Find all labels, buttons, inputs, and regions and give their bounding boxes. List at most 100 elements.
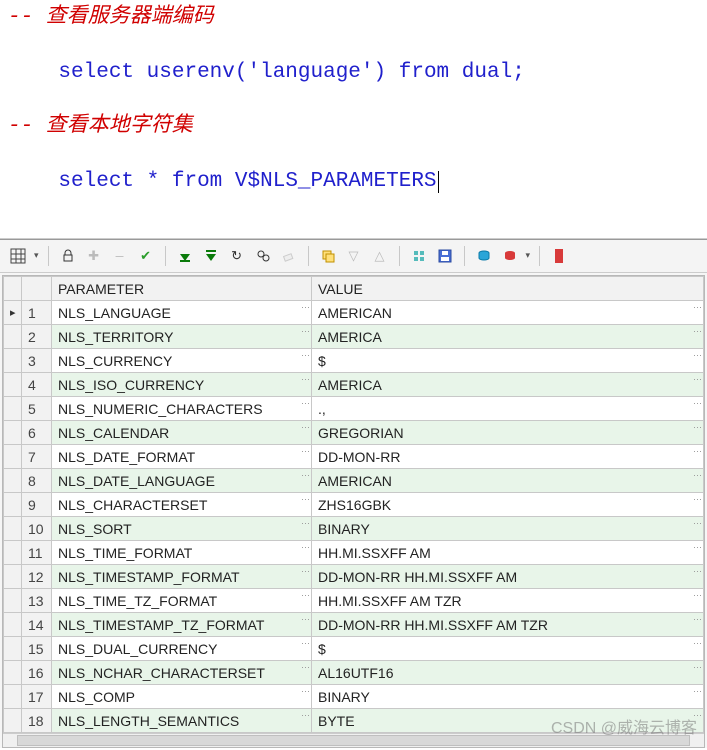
- sql-identifier: V$NLS_PARAMETERS: [235, 170, 437, 193]
- cell-value[interactable]: BINARY⋯: [312, 685, 704, 709]
- table-row[interactable]: 11NLS_TIME_FORMAT⋯HH.MI.SSXFF AM⋯: [4, 541, 704, 565]
- table-row[interactable]: ▸1NLS_LANGUAGE⋯AMERICAN⋯: [4, 301, 704, 325]
- cell-value[interactable]: AL16UTF16⋯: [312, 661, 704, 685]
- row-marker[interactable]: [4, 709, 22, 733]
- remove-row-icon[interactable]: ―: [110, 246, 130, 266]
- export-icon[interactable]: [500, 246, 520, 266]
- cell-value[interactable]: $⋯: [312, 637, 704, 661]
- table-row[interactable]: 13NLS_TIME_TZ_FORMAT⋯HH.MI.SSXFF AM TZR⋯: [4, 589, 704, 613]
- cell-parameter[interactable]: NLS_LANGUAGE⋯: [52, 301, 312, 325]
- cell-parameter[interactable]: NLS_CURRENCY⋯: [52, 349, 312, 373]
- row-marker[interactable]: [4, 469, 22, 493]
- row-marker[interactable]: ▸: [4, 301, 22, 325]
- row-marker[interactable]: [4, 325, 22, 349]
- cell-parameter[interactable]: NLS_SORT⋯: [52, 517, 312, 541]
- cell-value[interactable]: .,⋯: [312, 397, 704, 421]
- table-row[interactable]: 15NLS_DUAL_CURRENCY⋯$⋯: [4, 637, 704, 661]
- fetch-first-icon[interactable]: [175, 246, 195, 266]
- cell-parameter[interactable]: NLS_COMP⋯: [52, 685, 312, 709]
- table-row[interactable]: 8NLS_DATE_LANGUAGE⋯AMERICAN⋯: [4, 469, 704, 493]
- cell-parameter[interactable]: NLS_TIME_FORMAT⋯: [52, 541, 312, 565]
- find-icon[interactable]: [253, 246, 273, 266]
- table-row[interactable]: 6NLS_CALENDAR⋯GREGORIAN⋯: [4, 421, 704, 445]
- cell-parameter[interactable]: NLS_LENGTH_SEMANTICS⋯: [52, 709, 312, 733]
- sql-editor[interactable]: -- 查看服务器端编码 select userenv('language') f…: [0, 0, 707, 239]
- cell-value[interactable]: DD-MON-RR HH.MI.SSXFF AM⋯: [312, 565, 704, 589]
- collapse-icon[interactable]: ▽: [344, 246, 364, 266]
- row-marker[interactable]: [4, 661, 22, 685]
- more-icon[interactable]: [549, 246, 569, 266]
- column-header-parameter[interactable]: PARAMETER: [52, 277, 312, 301]
- cell-value[interactable]: AMERICA⋯: [312, 325, 704, 349]
- table-row[interactable]: 14NLS_TIMESTAMP_TZ_FORMAT⋯DD-MON-RR HH.M…: [4, 613, 704, 637]
- cell-value[interactable]: AMERICAN⋯: [312, 301, 704, 325]
- table-row[interactable]: 7NLS_DATE_FORMAT⋯DD-MON-RR⋯: [4, 445, 704, 469]
- single-record-icon[interactable]: [409, 246, 429, 266]
- table-row[interactable]: 4NLS_ISO_CURRENCY⋯AMERICA⋯: [4, 373, 704, 397]
- table-row[interactable]: 3NLS_CURRENCY⋯$⋯: [4, 349, 704, 373]
- row-marker[interactable]: [4, 349, 22, 373]
- add-row-icon[interactable]: ✚: [84, 246, 104, 266]
- table-row[interactable]: 12NLS_TIMESTAMP_FORMAT⋯DD-MON-RR HH.MI.S…: [4, 565, 704, 589]
- row-marker[interactable]: [4, 637, 22, 661]
- row-number: 5: [22, 397, 52, 421]
- column-header-value[interactable]: VALUE: [312, 277, 704, 301]
- cell-value[interactable]: AMERICA⋯: [312, 373, 704, 397]
- table-row[interactable]: 17NLS_COMP⋯BINARY⋯: [4, 685, 704, 709]
- row-marker[interactable]: [4, 613, 22, 637]
- cell-value[interactable]: DD-MON-RR⋯: [312, 445, 704, 469]
- row-marker[interactable]: [4, 541, 22, 565]
- lock-icon[interactable]: [58, 246, 78, 266]
- cell-value[interactable]: BYTE⋯: [312, 709, 704, 733]
- table-row[interactable]: 5NLS_NUMERIC_CHARACTERS⋯.,⋯: [4, 397, 704, 421]
- cell-value[interactable]: BINARY⋯: [312, 517, 704, 541]
- cell-parameter[interactable]: NLS_CALENDAR⋯: [52, 421, 312, 445]
- commit-icon[interactable]: ✔: [136, 246, 156, 266]
- cell-parameter[interactable]: NLS_CHARACTERSET⋯: [52, 493, 312, 517]
- cell-value[interactable]: ZHS16GBK⋯: [312, 493, 704, 517]
- refresh-icon[interactable]: ↻: [227, 246, 247, 266]
- eraser-icon[interactable]: [279, 246, 299, 266]
- cell-parameter[interactable]: NLS_TIMESTAMP_TZ_FORMAT⋯: [52, 613, 312, 637]
- row-marker[interactable]: [4, 565, 22, 589]
- row-marker[interactable]: [4, 445, 22, 469]
- cell-parameter[interactable]: NLS_NUMERIC_CHARACTERS⋯: [52, 397, 312, 421]
- row-marker[interactable]: [4, 493, 22, 517]
- sql-identifier: dual: [462, 61, 512, 84]
- row-marker[interactable]: [4, 589, 22, 613]
- cell-value[interactable]: GREGORIAN⋯: [312, 421, 704, 445]
- table-row[interactable]: 18NLS_LENGTH_SEMANTICS⋯BYTE⋯: [4, 709, 704, 733]
- cell-value[interactable]: $⋯: [312, 349, 704, 373]
- sql-keyword-select: select: [58, 61, 134, 84]
- cell-value[interactable]: HH.MI.SSXFF AM TZR⋯: [312, 589, 704, 613]
- cell-parameter[interactable]: NLS_DATE_FORMAT⋯: [52, 445, 312, 469]
- table-row[interactable]: 2NLS_TERRITORY⋯AMERICA⋯: [4, 325, 704, 349]
- rownum-header[interactable]: [22, 277, 52, 301]
- cell-parameter[interactable]: NLS_DUAL_CURRENCY⋯: [52, 637, 312, 661]
- row-marker[interactable]: [4, 421, 22, 445]
- row-marker[interactable]: [4, 397, 22, 421]
- cell-parameter[interactable]: NLS_TIMESTAMP_FORMAT⋯: [52, 565, 312, 589]
- row-marker[interactable]: [4, 685, 22, 709]
- horizontal-scrollbar[interactable]: [3, 733, 704, 747]
- cell-parameter[interactable]: NLS_DATE_LANGUAGE⋯: [52, 469, 312, 493]
- copy-icon[interactable]: [318, 246, 338, 266]
- corner-cell[interactable]: [4, 277, 22, 301]
- fetch-next-icon[interactable]: [201, 246, 221, 266]
- save-icon[interactable]: [435, 246, 455, 266]
- cell-parameter[interactable]: NLS_NCHAR_CHARACTERSET⋯: [52, 661, 312, 685]
- row-marker[interactable]: [4, 517, 22, 541]
- grid-view-icon[interactable]: [8, 246, 28, 266]
- expand-icon[interactable]: △: [370, 246, 390, 266]
- table-row[interactable]: 10NLS_SORT⋯BINARY⋯: [4, 517, 704, 541]
- cell-value[interactable]: DD-MON-RR HH.MI.SSXFF AM TZR⋯: [312, 613, 704, 637]
- table-row[interactable]: 9NLS_CHARACTERSET⋯ZHS16GBK⋯: [4, 493, 704, 517]
- row-marker[interactable]: [4, 373, 22, 397]
- cell-value[interactable]: AMERICAN⋯: [312, 469, 704, 493]
- cell-parameter[interactable]: NLS_TERRITORY⋯: [52, 325, 312, 349]
- cell-parameter[interactable]: NLS_TIME_TZ_FORMAT⋯: [52, 589, 312, 613]
- cell-parameter[interactable]: NLS_ISO_CURRENCY⋯: [52, 373, 312, 397]
- print-icon[interactable]: [474, 246, 494, 266]
- table-row[interactable]: 16NLS_NCHAR_CHARACTERSET⋯AL16UTF16⋯: [4, 661, 704, 685]
- cell-value[interactable]: HH.MI.SSXFF AM⋯: [312, 541, 704, 565]
